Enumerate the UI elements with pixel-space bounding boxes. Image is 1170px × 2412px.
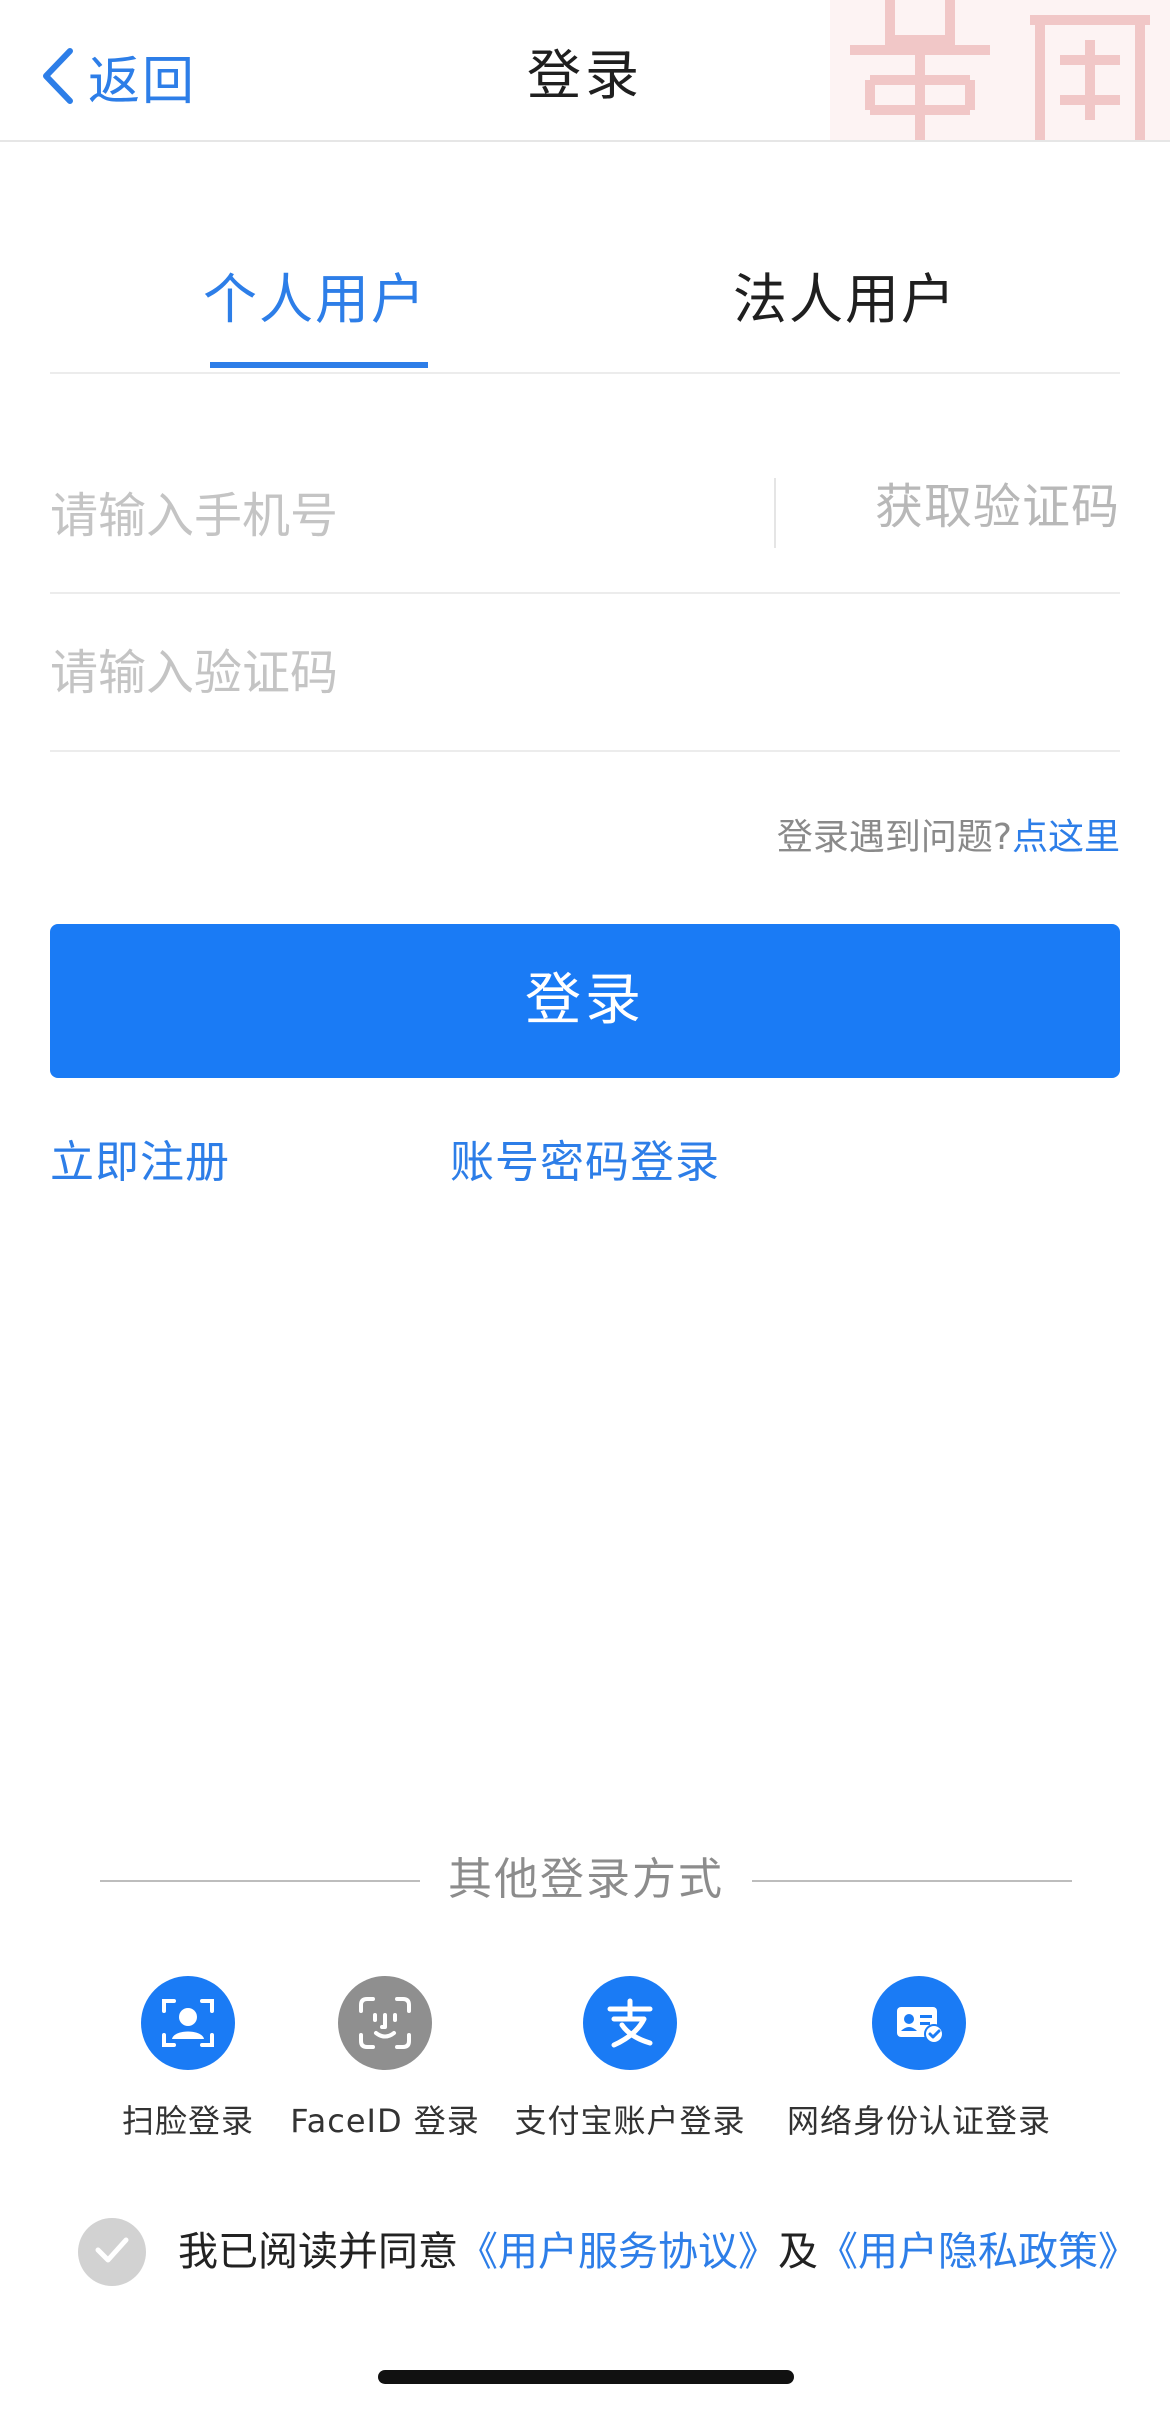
phone-row: 获取验证码 xyxy=(50,440,1120,594)
face-scan-icon xyxy=(141,1976,235,2070)
active-tab-indicator xyxy=(210,362,428,368)
agreement-text: 我已阅读并同意《用户服务协议》及《用户隐私政策》 xyxy=(178,2218,1138,2286)
alipay-label: 支付宝账户登录 xyxy=(514,2102,746,2140)
tab-personal-user[interactable]: 个人用户 xyxy=(160,240,470,374)
help-text: 登录遇到问题? xyxy=(776,817,1012,858)
divider-line-left xyxy=(100,1880,420,1882)
alipay-login-option[interactable]: 支付宝账户登录 xyxy=(500,1976,760,2142)
home-indicator xyxy=(378,2370,794,2384)
get-code-button[interactable]: 获取验证码 xyxy=(790,440,1120,574)
faceid-icon xyxy=(338,1976,432,2070)
agreement-checkbox[interactable] xyxy=(78,2218,146,2286)
id-card-icon xyxy=(872,1976,966,2070)
login-button[interactable]: 登录 xyxy=(50,924,1120,1078)
faceid-login-option[interactable]: FaceID 登录 xyxy=(290,1976,480,2142)
verification-code-input[interactable] xyxy=(50,596,1050,750)
service-agreement-link[interactable]: 《用户服务协议》 xyxy=(458,2229,778,2275)
faceid-label: FaceID 登录 xyxy=(290,2102,480,2140)
tab-bar: 个人用户 法人用户 xyxy=(50,240,1120,374)
alipay-icon xyxy=(583,1976,677,2070)
network-id-label: 网络身份认证登录 xyxy=(786,2102,1051,2140)
other-methods-title: 其他登录方式 xyxy=(448,1854,724,1905)
password-login-link[interactable]: 账号密码登录 xyxy=(450,1128,720,1198)
page-title: 登录 xyxy=(527,44,643,107)
face-scan-label: 扫脸登录 xyxy=(121,2102,254,2140)
agreement-conjunction: 及 xyxy=(778,2229,818,2275)
phone-input[interactable] xyxy=(50,440,750,592)
checkmark-icon xyxy=(94,2236,130,2268)
register-link[interactable]: 立即注册 xyxy=(50,1128,230,1198)
privacy-policy-link[interactable]: 《用户隐私政策》 xyxy=(818,2229,1138,2275)
tab-legal-user[interactable]: 法人用户 xyxy=(690,240,1000,374)
field-divider xyxy=(774,478,776,548)
face-scan-login-option[interactable]: 扫脸登录 xyxy=(100,1976,276,2142)
code-row xyxy=(50,596,1120,752)
divider-line-right xyxy=(752,1880,1072,1882)
help-link[interactable]: 点这里 xyxy=(1012,817,1120,858)
login-help: 登录遇到问题?点这里 xyxy=(777,808,1120,868)
network-id-login-option[interactable]: 网络身份认证登录 xyxy=(776,1976,1062,2142)
agreement-prefix: 我已阅读并同意 xyxy=(178,2229,458,2275)
